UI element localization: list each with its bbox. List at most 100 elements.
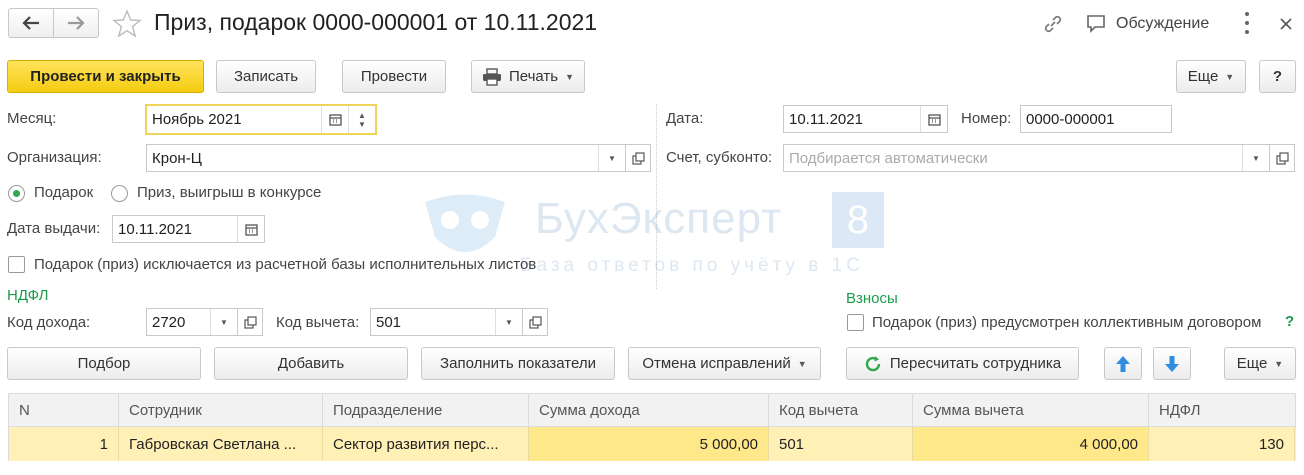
discussion-link[interactable]: Обсуждение <box>1116 15 1209 33</box>
watermark-digit: 8 <box>832 192 884 248</box>
move-up-button[interactable] <box>1104 347 1142 380</box>
printer-icon <box>482 67 501 86</box>
star-icon[interactable] <box>112 9 142 39</box>
close-icon[interactable] <box>1279 17 1293 31</box>
radio-gift-label[interactable]: Подарок <box>34 184 93 201</box>
spin-icon[interactable]: ▲ ▼ <box>348 106 375 133</box>
calendar-icon[interactable] <box>321 106 348 133</box>
date-field[interactable]: 10.11.2021 <box>783 105 948 133</box>
number-field[interactable]: 0000-000001 <box>1020 105 1172 133</box>
radio-gift[interactable] <box>8 185 25 202</box>
dropdown-icon[interactable]: ▼ <box>495 309 522 335</box>
pick-button[interactable]: Подбор <box>7 347 201 380</box>
issue-date-field[interactable]: 10.11.2021 <box>112 215 265 243</box>
org-field[interactable]: Крон-Ц ▼ <box>146 144 626 172</box>
cell-department[interactable]: Сектор развития перс... <box>323 427 529 461</box>
discussion-icon[interactable] <box>1085 13 1107 35</box>
watermark-tagline: База ответов по учёту в 1С <box>520 255 864 276</box>
month-field[interactable]: Ноябрь 2021 ▲ ▼ <box>145 104 377 135</box>
account-label: Счет, субконто: <box>666 149 773 166</box>
dropdown-icon[interactable]: ▼ <box>1242 145 1269 171</box>
account-field[interactable]: Подбирается автоматически ▼ <box>783 144 1270 172</box>
col-header-department[interactable]: Подразделение <box>323 394 529 426</box>
dropdown-icon[interactable]: ▼ <box>210 309 237 335</box>
collective-checkbox[interactable] <box>847 314 864 331</box>
post-and-close-button[interactable]: Провести и закрыть <box>7 60 204 93</box>
chevron-down-icon: ▼ <box>1274 358 1284 369</box>
more-label: Еще <box>1187 68 1219 85</box>
add-button[interactable]: Добавить <box>214 347 408 380</box>
open-icon[interactable] <box>238 308 263 336</box>
issue-date-value: 10.11.2021 <box>118 220 192 238</box>
deduction-code-field[interactable]: 501 ▼ <box>370 308 523 336</box>
col-header-income[interactable]: Сумма дохода <box>529 394 769 426</box>
open-icon[interactable] <box>523 308 548 336</box>
print-button[interactable]: Печать ▼ <box>471 60 585 93</box>
open-icon[interactable] <box>626 144 651 172</box>
cell-deduction-sum[interactable]: 4 000,00 <box>913 427 1149 461</box>
org-value: Крон-Ц <box>152 149 202 167</box>
cell-n[interactable]: 1 <box>9 427 119 461</box>
recalc-employee-button[interactable]: Пересчитать сотрудника <box>846 347 1079 380</box>
deduction-code-label: Код вычета: <box>276 314 360 331</box>
calendar-icon[interactable] <box>237 216 264 242</box>
back-button[interactable] <box>9 9 54 37</box>
print-label: Печать <box>508 68 559 85</box>
number-value: 0000-000001 <box>1026 110 1115 128</box>
fill-indicators-button[interactable]: Заполнить показатели <box>421 347 615 380</box>
cell-ndfl[interactable]: 130 <box>1149 427 1295 461</box>
chevron-down-icon: ▼ <box>565 71 575 82</box>
cancel-fixes-label: Отмена исправлений <box>642 355 791 372</box>
more-vertical-icon[interactable] <box>1244 12 1250 34</box>
month-label: Месяц: <box>7 110 57 127</box>
dropdown-icon[interactable]: ▼ <box>598 145 625 171</box>
date-label: Дата: <box>666 110 704 127</box>
more-button[interactable]: Еще ▼ <box>1176 60 1246 93</box>
income-code-field[interactable]: 2720 ▼ <box>146 308 238 336</box>
refresh-icon <box>865 355 881 371</box>
month-value: Ноябрь 2021 <box>152 111 242 128</box>
post-button[interactable]: Провести <box>342 60 446 93</box>
col-header-n[interactable]: N <box>9 394 119 426</box>
org-label: Организация: <box>7 149 102 166</box>
open-icon[interactable] <box>1270 144 1295 172</box>
forward-arrow-icon <box>68 16 85 30</box>
table-more-label: Еще <box>1236 355 1268 372</box>
forward-button[interactable] <box>54 9 98 37</box>
cell-employee[interactable]: Габровская Светлана ... <box>119 427 323 461</box>
exclude-checkbox[interactable] <box>8 256 25 273</box>
table-row[interactable]: 1 Габровская Светлана ... Сектор развити… <box>8 427 1296 461</box>
save-button[interactable]: Записать <box>216 60 316 93</box>
chevron-down-icon: ▼ <box>797 358 807 369</box>
col-header-ndfl[interactable]: НДФЛ <box>1149 394 1295 426</box>
table-more-button[interactable]: Еще ▼ <box>1224 347 1296 380</box>
contrib-section-title: Взносы <box>846 290 898 307</box>
calendar-icon[interactable] <box>920 106 947 132</box>
ndfl-section-title: НДФЛ <box>7 287 49 304</box>
number-label: Номер: <box>961 110 1012 127</box>
table-header: N Сотрудник Подразделение Сумма дохода К… <box>8 393 1296 427</box>
col-header-employee[interactable]: Сотрудник <box>119 394 323 426</box>
move-down-button[interactable] <box>1153 347 1191 380</box>
col-header-deduction-sum[interactable]: Сумма вычета <box>913 394 1149 426</box>
recalc-employee-label: Пересчитать сотрудника <box>889 355 1062 372</box>
cell-income[interactable]: 5 000,00 <box>529 427 769 461</box>
chevron-down-icon: ▼ <box>1225 71 1235 82</box>
deduction-code-value: 501 <box>376 313 402 331</box>
exclude-checkbox-label[interactable]: Подарок (приз) исключается из расчетной … <box>34 256 536 273</box>
radio-prize-label[interactable]: Приз, выигрыш в конкурсе <box>137 184 321 201</box>
page-title: Приз, подарок 0000-000001 от 10.11.2021 <box>154 9 598 35</box>
col-header-deduction-code[interactable]: Код вычета <box>769 394 913 426</box>
issue-date-label: Дата выдачи: <box>7 220 101 237</box>
collective-help-icon[interactable]: ? <box>1285 313 1294 330</box>
radio-prize[interactable] <box>111 185 128 202</box>
income-code-label: Код дохода: <box>7 314 91 331</box>
cancel-fixes-button[interactable]: Отмена исправлений ▼ <box>628 347 821 380</box>
employees-table: N Сотрудник Подразделение Сумма дохода К… <box>8 393 1296 461</box>
cell-deduction-code[interactable]: 501 <box>769 427 913 461</box>
collective-checkbox-label[interactable]: Подарок (приз) предусмотрен коллективным… <box>872 314 1261 331</box>
back-arrow-icon <box>22 16 39 30</box>
help-button[interactable]: ? <box>1259 60 1296 93</box>
link-icon[interactable] <box>1042 13 1064 35</box>
nav-group <box>8 8 99 38</box>
